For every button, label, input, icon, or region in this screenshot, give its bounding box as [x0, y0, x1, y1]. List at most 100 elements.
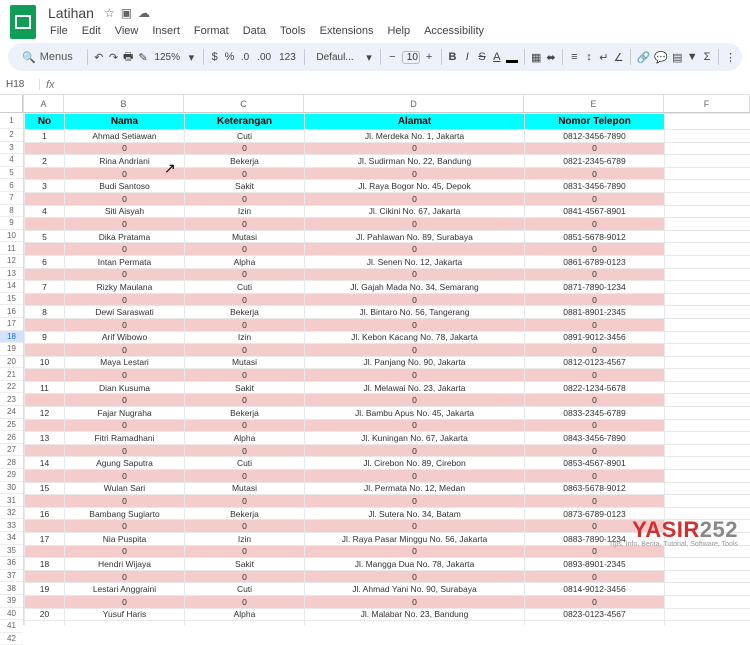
row-header-37[interactable]: 37: [0, 570, 23, 583]
cell[interactable]: [665, 255, 750, 268]
cell[interactable]: Bekerja: [185, 155, 305, 168]
cell[interactable]: [665, 520, 750, 533]
cell[interactable]: 0: [185, 369, 305, 382]
cell[interactable]: [665, 394, 750, 407]
cell[interactable]: [665, 281, 750, 294]
cell[interactable]: 0: [525, 369, 665, 382]
sigma-icon[interactable]: Σ: [702, 48, 713, 66]
col-header-D[interactable]: D: [304, 95, 524, 112]
cell[interactable]: 0: [305, 520, 525, 533]
increase-font-button[interactable]: +: [424, 48, 435, 66]
cell[interactable]: 0: [65, 344, 185, 357]
cell[interactable]: 0: [525, 293, 665, 306]
cell[interactable]: Dewi Saraswati: [65, 306, 185, 319]
row-header-14[interactable]: 14: [0, 280, 23, 293]
cell[interactable]: 4: [25, 205, 65, 218]
cell[interactable]: Fajar Nugraha: [65, 407, 185, 420]
cell[interactable]: [665, 356, 750, 369]
cell[interactable]: [665, 369, 750, 382]
cell[interactable]: [25, 570, 65, 583]
cell[interactable]: 0: [65, 394, 185, 407]
cell[interactable]: Bekerja: [185, 306, 305, 319]
cell[interactable]: Cuti: [185, 583, 305, 596]
row-header-9[interactable]: 9: [0, 217, 23, 230]
cell[interactable]: 0: [185, 444, 305, 457]
cell[interactable]: 0: [65, 545, 185, 558]
cell[interactable]: [25, 268, 65, 281]
cell[interactable]: 15: [25, 482, 65, 495]
cell[interactable]: 0: [525, 495, 665, 508]
cell[interactable]: 0: [65, 595, 185, 608]
row-header-11[interactable]: 11: [0, 242, 23, 255]
cell[interactable]: 12: [25, 407, 65, 420]
cell[interactable]: 0: [65, 142, 185, 155]
cell[interactable]: 0: [305, 444, 525, 457]
row-header-22[interactable]: 22: [0, 381, 23, 394]
cell[interactable]: 0853-4567-8901: [525, 457, 665, 470]
cell[interactable]: Jl. Gajah Mada No. 34, Semarang: [305, 281, 525, 294]
strikethrough-button[interactable]: S: [477, 48, 488, 66]
cell[interactable]: [665, 545, 750, 558]
cell[interactable]: [25, 394, 65, 407]
cell[interactable]: 0: [185, 570, 305, 583]
row-header-12[interactable]: 12: [0, 255, 23, 268]
cell[interactable]: 0: [525, 243, 665, 256]
link-icon[interactable]: 🔗: [637, 48, 651, 66]
cell[interactable]: [665, 457, 750, 470]
doc-title[interactable]: Latihan: [44, 4, 98, 22]
cell[interactable]: 19: [25, 583, 65, 596]
row-header-7[interactable]: 7: [0, 192, 23, 205]
row-header-27[interactable]: 27: [0, 444, 23, 457]
cell[interactable]: 0: [185, 595, 305, 608]
cell[interactable]: [665, 381, 750, 394]
cell[interactable]: [665, 533, 750, 546]
name-box[interactable]: H18: [0, 79, 40, 90]
cell[interactable]: Alpha: [185, 255, 305, 268]
row-header-24[interactable]: 24: [0, 406, 23, 419]
cell[interactable]: [665, 482, 750, 495]
cell[interactable]: 0: [525, 570, 665, 583]
cell[interactable]: 0: [525, 545, 665, 558]
cell[interactable]: Jl. Kebon Kacang No. 78, Jakarta: [305, 331, 525, 344]
header-cell[interactable]: Nama: [65, 114, 185, 130]
cell[interactable]: Hendri Wijaya: [65, 558, 185, 571]
cell[interactable]: 7: [25, 281, 65, 294]
cell[interactable]: 20: [25, 608, 65, 621]
cell[interactable]: Mutasi: [185, 356, 305, 369]
cell[interactable]: [665, 142, 750, 155]
cell[interactable]: 0823-0123-4567: [525, 608, 665, 621]
cell[interactable]: 16: [25, 507, 65, 520]
menu-format[interactable]: Format: [188, 23, 235, 39]
cell[interactable]: 0: [525, 419, 665, 432]
cell[interactable]: 0: [65, 419, 185, 432]
cell[interactable]: 0863-5678-9012: [525, 482, 665, 495]
menu-data[interactable]: Data: [237, 23, 272, 39]
cell[interactable]: [25, 545, 65, 558]
row-header-1[interactable]: 1: [0, 113, 23, 129]
cell[interactable]: Jl. Bintaro No. 56, Tangerang: [305, 306, 525, 319]
row-header-13[interactable]: 13: [0, 268, 23, 281]
select-all-corner[interactable]: [0, 95, 23, 113]
row-header-2[interactable]: 2: [0, 129, 23, 142]
menu-extensions[interactable]: Extensions: [314, 23, 380, 39]
cell[interactable]: 0: [185, 192, 305, 205]
redo-icon[interactable]: ↷: [108, 48, 119, 66]
cell[interactable]: 17: [25, 533, 65, 546]
menu-search[interactable]: 🔍 Menus: [14, 49, 81, 66]
cell[interactable]: Alpha: [185, 432, 305, 445]
cell[interactable]: 0: [525, 520, 665, 533]
cell[interactable]: Jl. Mangga Dua No. 78, Jakarta: [305, 558, 525, 571]
cell[interactable]: [665, 595, 750, 608]
cell[interactable]: [25, 621, 65, 625]
row-header-32[interactable]: 32: [0, 507, 23, 520]
cell[interactable]: Jl. Melawai No. 23, Jakarta: [305, 381, 525, 394]
font-size-input[interactable]: 10: [402, 51, 420, 64]
row-header-28[interactable]: 28: [0, 456, 23, 469]
cell[interactable]: 0: [185, 344, 305, 357]
row-header-25[interactable]: 25: [0, 419, 23, 432]
cell[interactable]: 0: [185, 470, 305, 483]
cell[interactable]: 0: [185, 495, 305, 508]
chevron-down-icon[interactable]: ▾: [186, 48, 197, 66]
cell[interactable]: 0: [305, 218, 525, 231]
zoom-select[interactable]: 125%: [152, 52, 182, 63]
